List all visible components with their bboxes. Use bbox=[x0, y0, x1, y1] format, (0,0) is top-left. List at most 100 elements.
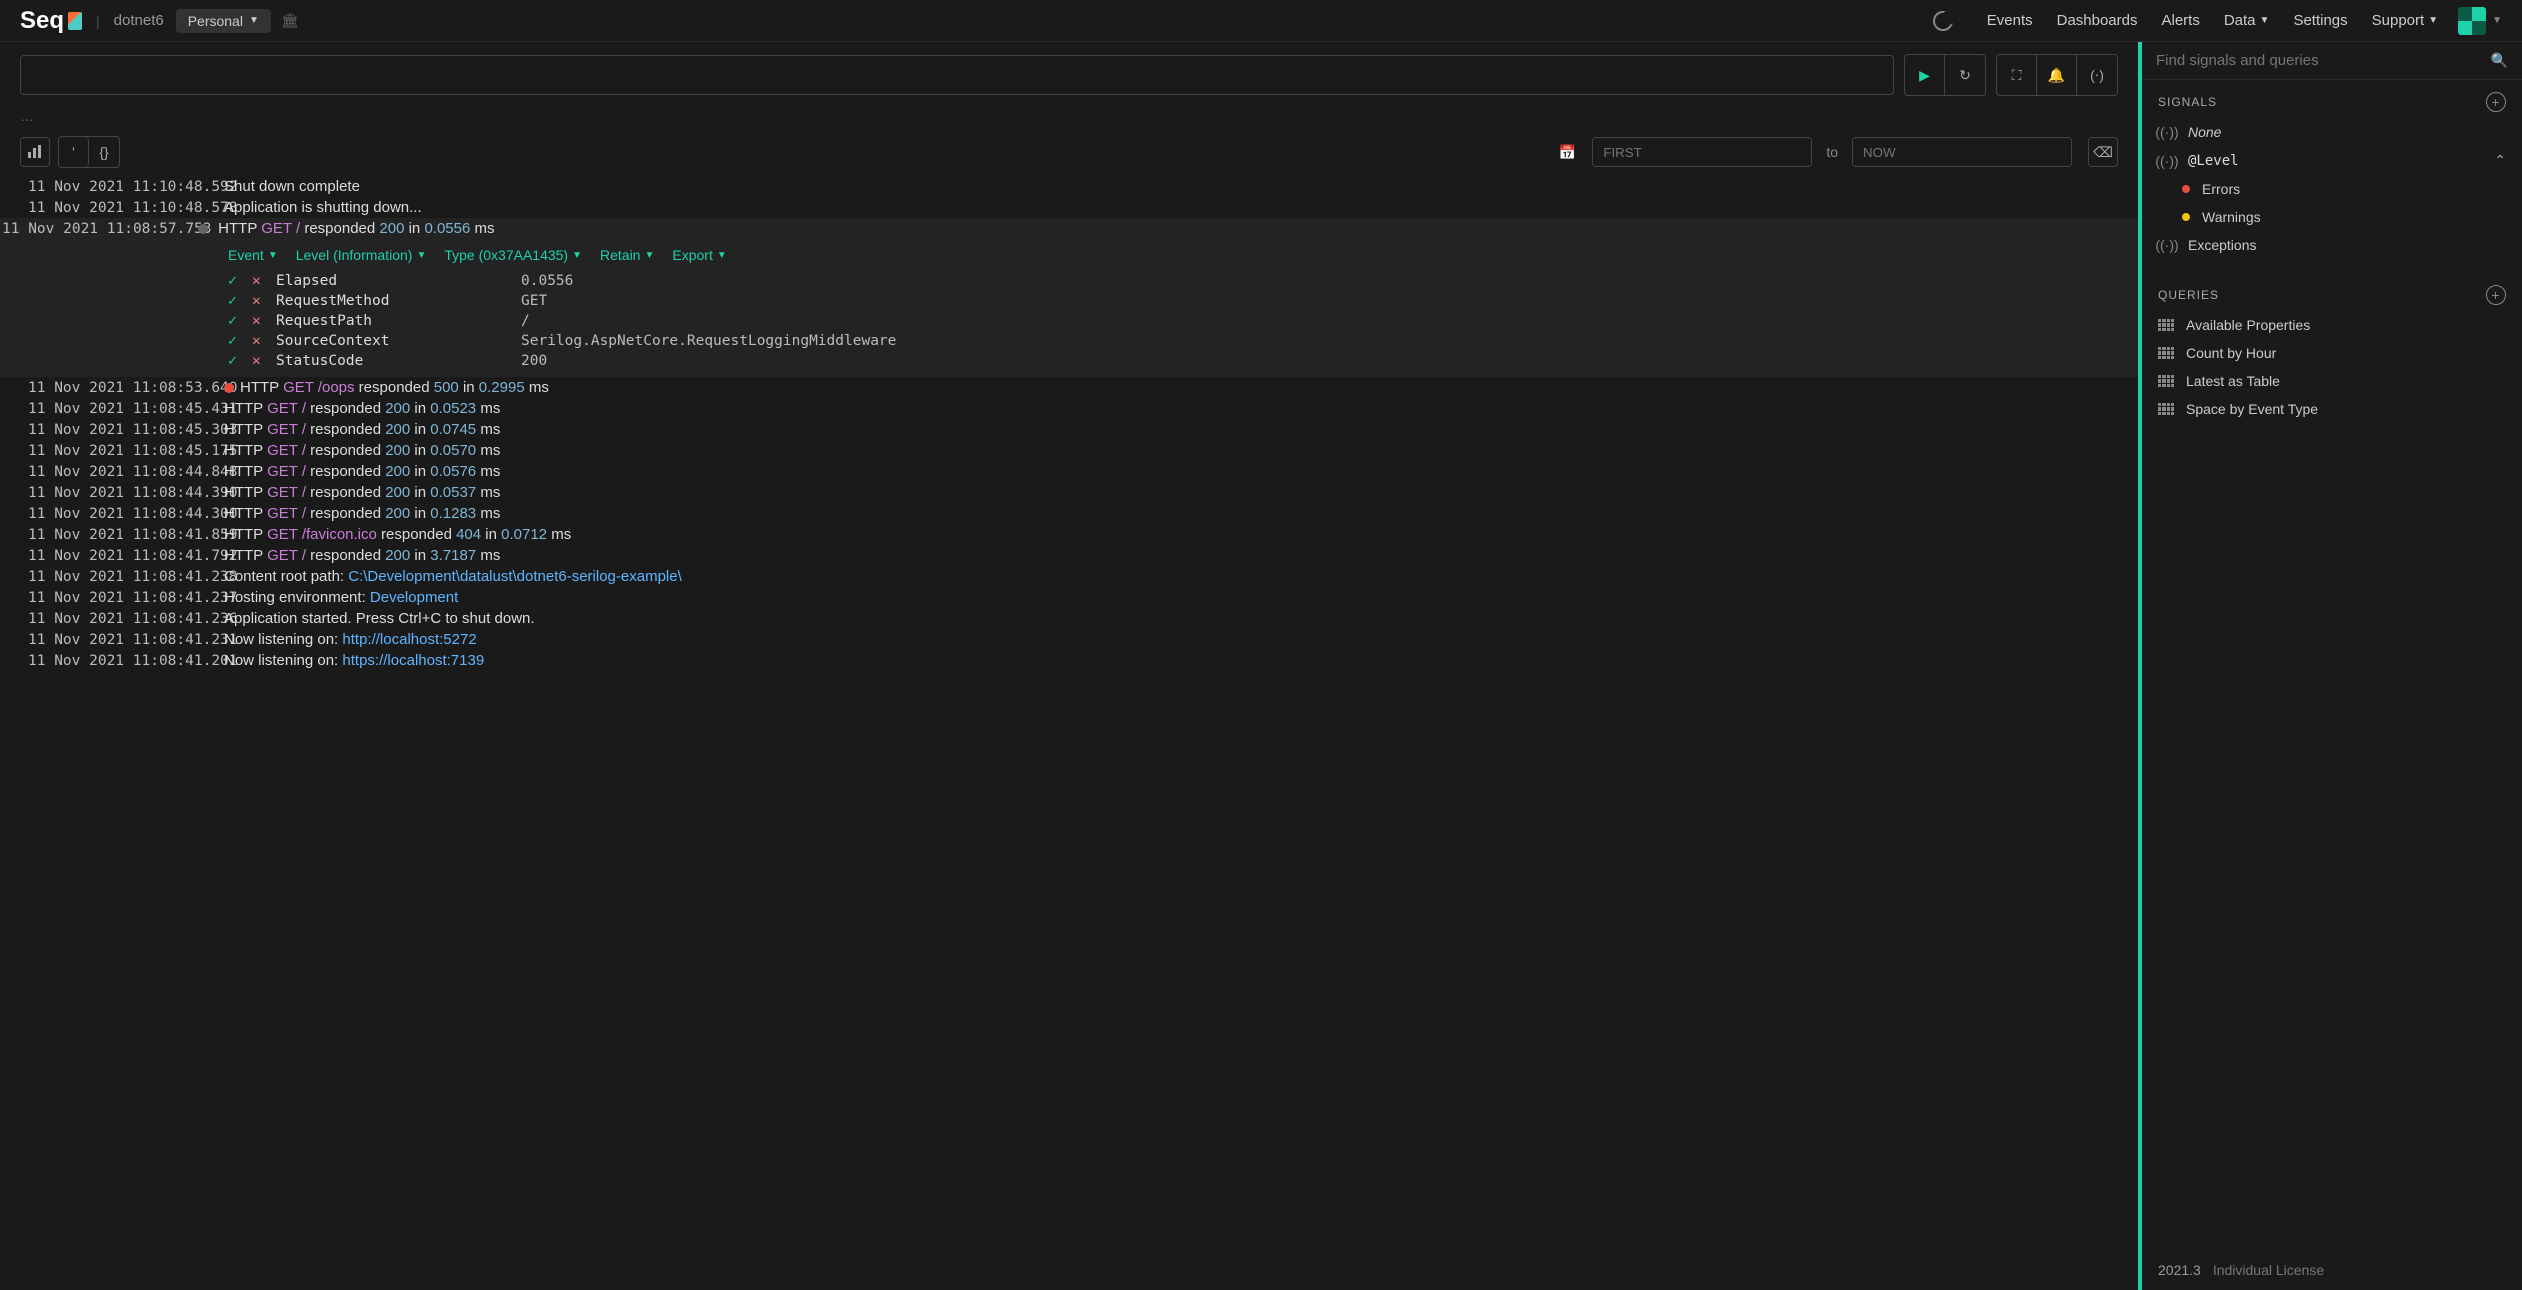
event-row[interactable]: 11 Nov 2021 11:08:41.792HTTP GET / respo… bbox=[0, 545, 2138, 566]
add-query-button[interactable]: + bbox=[2486, 285, 2506, 305]
check-icon[interactable]: ✓ bbox=[228, 293, 242, 309]
query-ellipsis[interactable]: … bbox=[0, 108, 2138, 128]
from-date-input[interactable] bbox=[1592, 137, 1812, 167]
event-list[interactable]: 11 Nov 2021 11:10:48.592Shut down comple… bbox=[0, 176, 2138, 1290]
event-row[interactable]: 11 Nov 2021 11:08:41.201Now listening on… bbox=[0, 650, 2138, 671]
property-row[interactable]: ✓ ✕ RequestPath / bbox=[228, 311, 2138, 331]
signal-search-input[interactable] bbox=[2156, 52, 2491, 69]
event-row-expanded[interactable]: 11 Nov 2021 11:08:57.753 HTTP GET / resp… bbox=[0, 218, 2138, 377]
signal-errors[interactable]: Errors bbox=[2142, 175, 2522, 203]
action-retain[interactable]: Retain ▼ bbox=[600, 247, 654, 263]
grid-icon bbox=[2158, 375, 2174, 387]
query-item[interactable]: Latest as Table bbox=[2142, 367, 2522, 395]
action-export[interactable]: Export ▼ bbox=[672, 247, 726, 263]
event-row[interactable]: 11 Nov 2021 11:08:41.859HTTP GET /favico… bbox=[0, 524, 2138, 545]
event-message: HTTP GET / responded 200 in 0.0576 ms bbox=[224, 463, 2110, 480]
theme-toggle-icon[interactable] bbox=[1933, 11, 1953, 31]
event-timestamp: 11 Nov 2021 11:08:41.231 bbox=[28, 632, 208, 648]
signal-level[interactable]: ((·)) @Level ⌃ bbox=[2142, 146, 2522, 175]
property-key: RequestMethod bbox=[276, 293, 511, 309]
query-label: Available Properties bbox=[2186, 317, 2310, 333]
event-timestamp: 11 Nov 2021 11:08:44.848 bbox=[28, 464, 208, 480]
query-input[interactable] bbox=[20, 55, 1894, 95]
event-row[interactable]: 11 Nov 2021 11:08:44.300HTTP GET / respo… bbox=[0, 503, 2138, 524]
property-key: RequestPath bbox=[276, 313, 511, 329]
signal-label: @Level bbox=[2188, 153, 2239, 169]
action-level[interactable]: Level (Information) ▼ bbox=[296, 247, 427, 263]
event-row[interactable]: 11 Nov 2021 11:08:45.303HTTP GET / respo… bbox=[0, 419, 2138, 440]
query-item[interactable]: Space by Event Type bbox=[2142, 395, 2522, 423]
event-timestamp: 11 Nov 2021 11:08:53.640 bbox=[28, 380, 208, 396]
event-row[interactable]: 11 Nov 2021 11:08:41.236Application star… bbox=[0, 608, 2138, 629]
workspace-selector[interactable]: Personal ▼ bbox=[176, 9, 271, 33]
check-icon[interactable]: ✓ bbox=[228, 333, 242, 349]
signal-warnings[interactable]: Warnings bbox=[2142, 203, 2522, 231]
stream-button[interactable]: (⋅) bbox=[2077, 55, 2117, 95]
check-icon[interactable]: ✓ bbox=[228, 273, 242, 289]
event-row[interactable]: 11 Nov 2021 11:08:41.231Now listening on… bbox=[0, 629, 2138, 650]
x-icon[interactable]: ✕ bbox=[252, 333, 266, 349]
nav-events[interactable]: Events bbox=[1987, 12, 2033, 29]
chevron-down-icon[interactable]: ▼ bbox=[2492, 15, 2502, 26]
nav-settings[interactable]: Settings bbox=[2293, 12, 2347, 29]
refresh-button[interactable]: ↻ bbox=[1945, 55, 1985, 95]
property-row[interactable]: ✓ ✕ SourceContext Serilog.AspNetCore.Req… bbox=[228, 331, 2138, 351]
action-event[interactable]: Event ▼ bbox=[228, 247, 278, 263]
nav-support[interactable]: Support ▼ bbox=[2372, 12, 2438, 29]
event-row[interactable]: 11 Nov 2021 11:08:45.175HTTP GET / respo… bbox=[0, 440, 2138, 461]
x-icon[interactable]: ✕ bbox=[252, 293, 266, 309]
signal-label: None bbox=[2188, 124, 2221, 140]
event-row[interactable]: 11 Nov 2021 11:08:44.390HTTP GET / respo… bbox=[0, 482, 2138, 503]
bullet-icon bbox=[2182, 185, 2190, 193]
event-row[interactable]: 11 Nov 2021 11:08:41.238Content root pat… bbox=[0, 566, 2138, 587]
run-button[interactable]: ▶ bbox=[1905, 55, 1945, 95]
broadcast-icon: ((·)) bbox=[2158, 153, 2176, 169]
calendar-icon[interactable]: 📅 bbox=[1559, 144, 1576, 161]
braces-button[interactable]: {} bbox=[89, 137, 119, 167]
chart-button[interactable] bbox=[20, 137, 50, 167]
signal-none[interactable]: ((·)) None bbox=[2142, 118, 2522, 146]
event-timestamp: 11 Nov 2021 11:08:41.236 bbox=[28, 611, 208, 627]
event-row[interactable]: 11 Nov 2021 11:08:53.640HTTP GET /oops r… bbox=[0, 377, 2138, 398]
breadcrumb[interactable]: dotnet6 bbox=[114, 12, 164, 29]
to-date-input[interactable] bbox=[1852, 137, 2072, 167]
event-timestamp: 11 Nov 2021 11:08:57.753 bbox=[2, 221, 182, 237]
event-row[interactable]: 11 Nov 2021 11:08:45.431HTTP GET / respo… bbox=[0, 398, 2138, 419]
alert-button[interactable]: 🔔 bbox=[2037, 55, 2077, 95]
action-type[interactable]: Type (0x37AA1435) ▼ bbox=[444, 247, 582, 263]
x-icon[interactable]: ✕ bbox=[252, 353, 266, 369]
check-icon[interactable]: ✓ bbox=[228, 353, 242, 369]
nav-alerts[interactable]: Alerts bbox=[2162, 12, 2200, 29]
add-signal-button[interactable]: + bbox=[2486, 92, 2506, 112]
avatar[interactable] bbox=[2458, 7, 2486, 35]
logo[interactable]: Seq bbox=[20, 7, 82, 35]
x-icon[interactable]: ✕ bbox=[252, 313, 266, 329]
property-value: GET bbox=[521, 293, 547, 309]
chevron-up-icon: ⌃ bbox=[2494, 152, 2506, 169]
query-item[interactable]: Count by Hour bbox=[2142, 339, 2522, 367]
footer: 2021.3 Individual License bbox=[2142, 1250, 2522, 1290]
signal-exceptions[interactable]: ((·)) Exceptions bbox=[2142, 231, 2522, 259]
expand-button[interactable]: ⛶ bbox=[1997, 55, 2037, 95]
clear-date-button[interactable]: ⌫ bbox=[2088, 137, 2118, 167]
event-row[interactable]: 11 Nov 2021 11:08:41.237Hosting environm… bbox=[0, 587, 2138, 608]
nav-dashboards[interactable]: Dashboards bbox=[2057, 12, 2138, 29]
property-row[interactable]: ✓ ✕ StatusCode 200 bbox=[228, 351, 2138, 371]
queries-header: QUERIES + bbox=[2142, 273, 2522, 311]
nav-data[interactable]: Data ▼ bbox=[2224, 12, 2270, 29]
event-row[interactable]: 11 Nov 2021 11:10:48.578Application is s… bbox=[0, 197, 2138, 218]
event-row[interactable]: 11 Nov 2021 11:10:48.592Shut down comple… bbox=[0, 176, 2138, 197]
queries-header-label: QUERIES bbox=[2158, 288, 2219, 302]
to-label: to bbox=[1826, 144, 1838, 160]
check-icon[interactable]: ✓ bbox=[228, 313, 242, 329]
x-icon[interactable]: ✕ bbox=[252, 273, 266, 289]
event-message: HTTP GET / responded 200 in 0.0537 ms bbox=[224, 484, 2110, 501]
quote-button[interactable]: ' bbox=[59, 137, 89, 167]
event-row[interactable]: 11 Nov 2021 11:08:44.848 HTTP GET / respo… bbox=[0, 461, 2138, 482]
bookmark-icon[interactable]: 🏛 bbox=[281, 12, 299, 29]
query-item[interactable]: Available Properties bbox=[2142, 311, 2522, 339]
event-message: HTTP GET / responded 200 in 0.0523 ms bbox=[224, 400, 2110, 417]
property-row[interactable]: ✓ ✕ RequestMethod GET bbox=[228, 291, 2138, 311]
property-row[interactable]: ✓ ✕ Elapsed 0.0556 bbox=[228, 271, 2138, 291]
search-icon[interactable]: 🔍 bbox=[2491, 52, 2508, 69]
